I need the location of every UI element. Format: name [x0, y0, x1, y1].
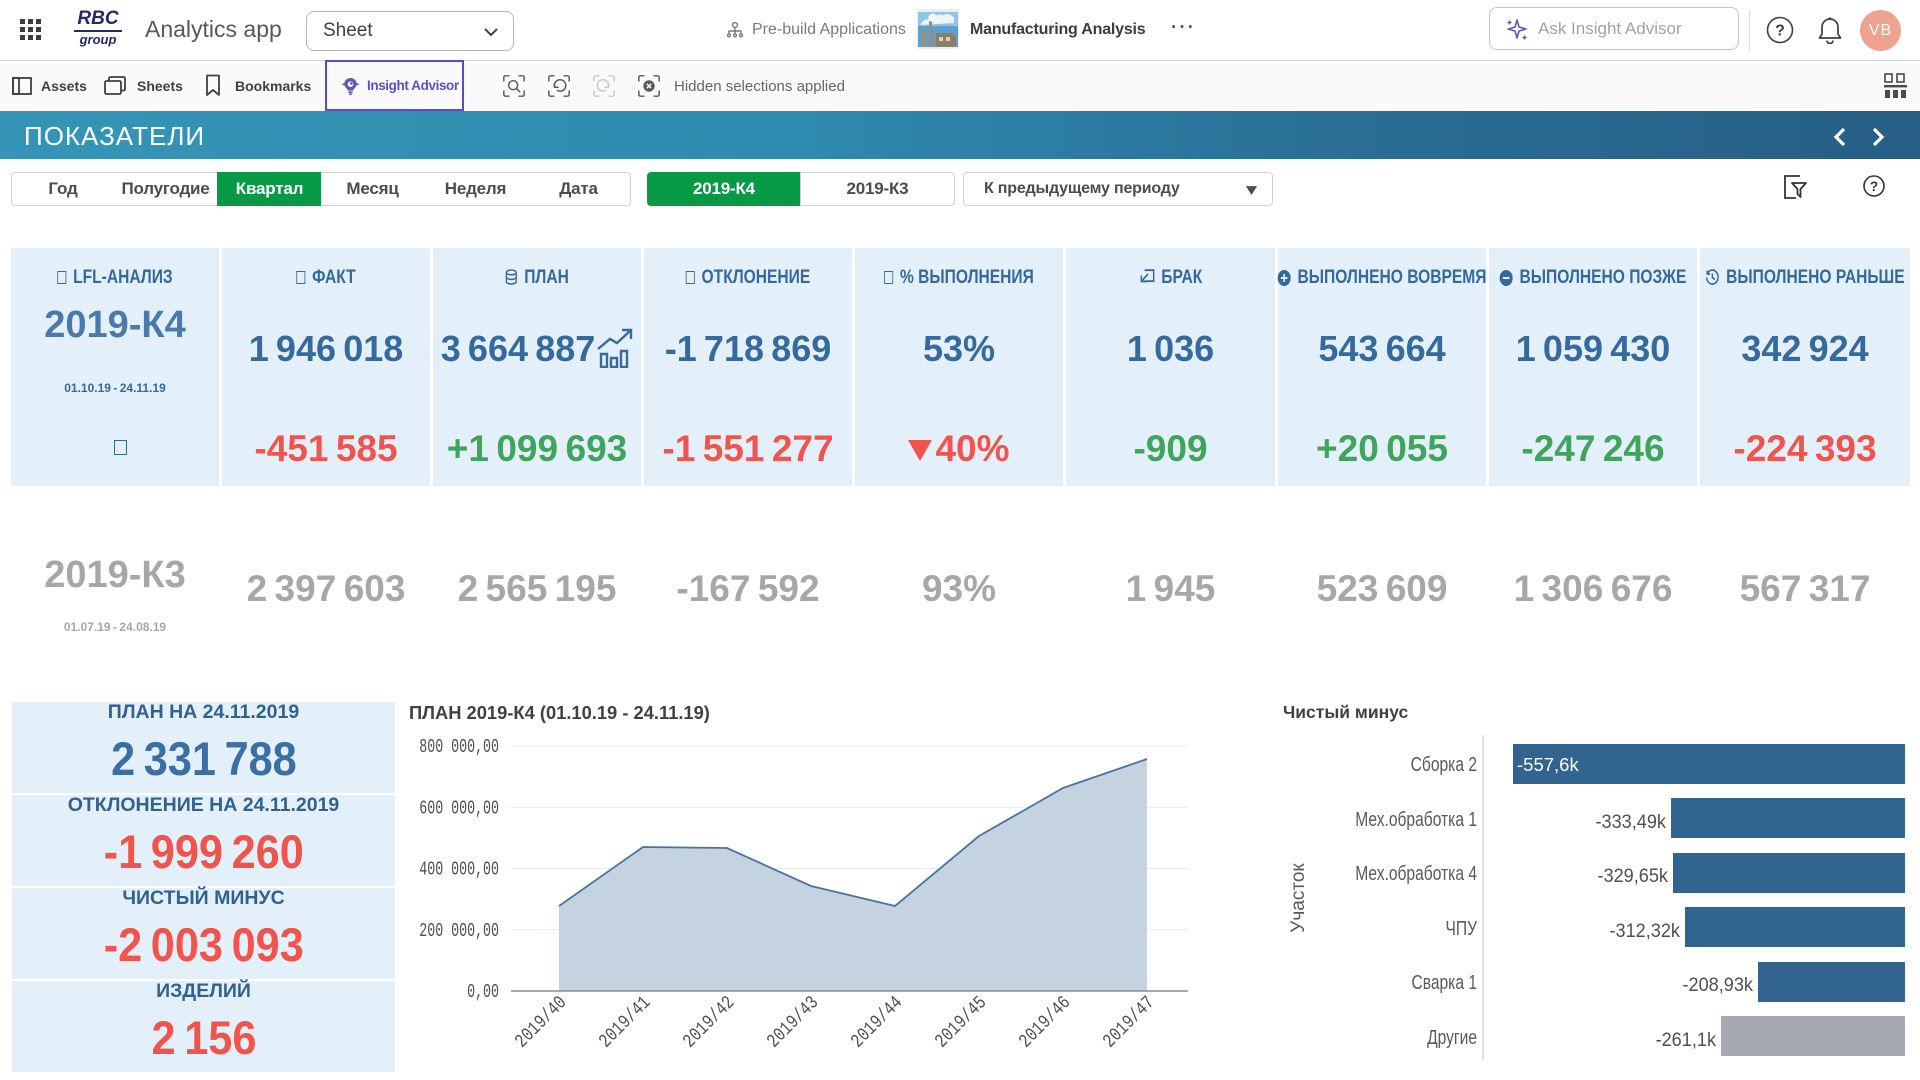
svg-text:800 000,00: 800 000,00: [419, 736, 499, 758]
svg-text:200 000,00: 200 000,00: [419, 920, 499, 942]
svg-text:Мех.обработка 1: Мех.обработка 1: [1355, 808, 1477, 830]
svg-text:-333,49k: -333,49k: [1595, 810, 1666, 832]
svg-text:Другие: Другие: [1427, 1026, 1477, 1048]
svg-text:2019/47: 2019/47: [1100, 993, 1160, 1053]
svg-text:Сварка 1: Сварка 1: [1411, 971, 1477, 993]
svg-text:-261,1k: -261,1k: [1656, 1028, 1717, 1050]
svg-text:ЧПУ: ЧПУ: [1445, 917, 1477, 939]
svg-text:-312,32k: -312,32k: [1609, 919, 1680, 941]
svg-text:2019/40: 2019/40: [512, 993, 572, 1053]
svg-text:400 000,00: 400 000,00: [419, 858, 499, 880]
svg-text:2019/42: 2019/42: [680, 993, 740, 1053]
svg-text:?: ?: [1775, 23, 1785, 40]
svg-text:2019/41: 2019/41: [596, 993, 656, 1053]
svg-text:-329,65k: -329,65k: [1597, 864, 1668, 886]
svg-text:600 000,00: 600 000,00: [419, 797, 499, 819]
svg-text:Участок: Участок: [1288, 863, 1309, 933]
svg-text:-557,6k: -557,6k: [1517, 754, 1579, 775]
svg-text:2019/44: 2019/44: [848, 993, 908, 1053]
svg-text:2019/46: 2019/46: [1016, 993, 1076, 1053]
svg-text:-208,93k: -208,93k: [1682, 973, 1753, 995]
svg-text:Сборка 2: Сборка 2: [1411, 753, 1477, 775]
svg-text:Мех.обработка 4: Мех.обработка 4: [1355, 862, 1477, 884]
svg-text:0,00: 0,00: [467, 981, 499, 1003]
svg-text:2019/43: 2019/43: [764, 993, 824, 1053]
svg-text:?: ?: [1870, 179, 1878, 194]
svg-text:2019/45: 2019/45: [932, 993, 992, 1053]
